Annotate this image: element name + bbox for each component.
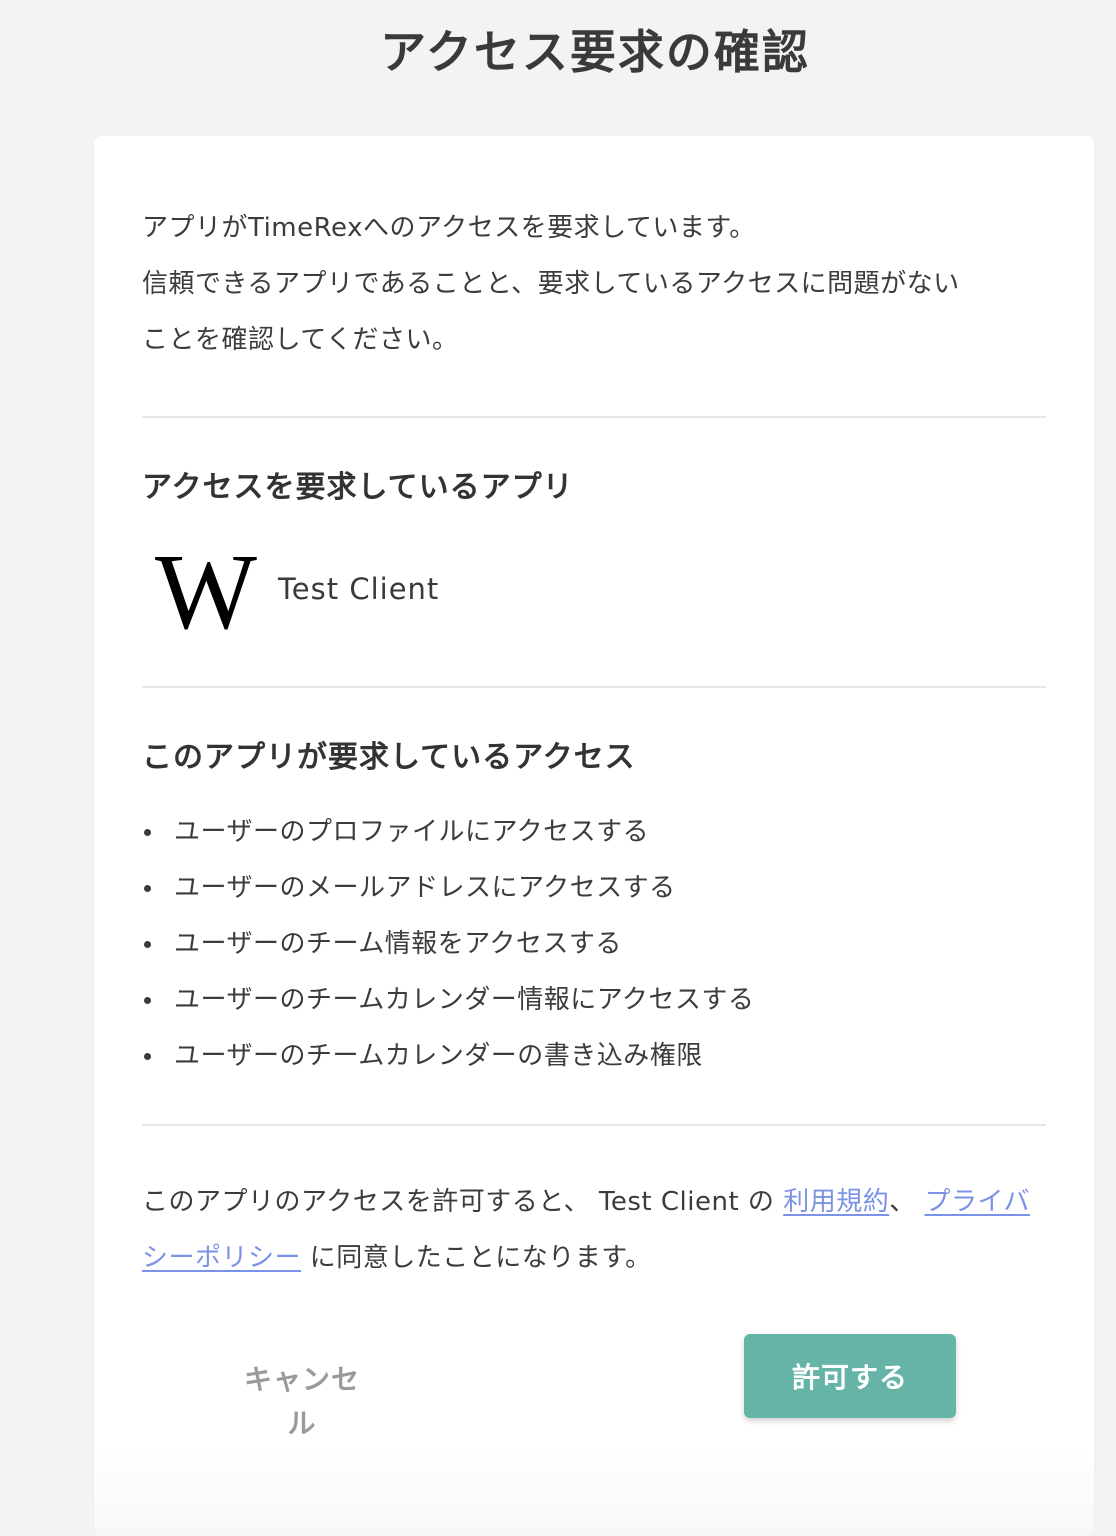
app-section-heading: アクセスを要求しているアプリ bbox=[142, 470, 574, 505]
access-item-text: ユーザーのチーム情報をアクセスする bbox=[174, 929, 622, 959]
logo-letter: W bbox=[155, 544, 257, 634]
access-item-text: ユーザーのプロファイルにアクセスする bbox=[174, 817, 650, 847]
divider bbox=[142, 416, 1046, 418]
access-item-text: ユーザーのメールアドレスにアクセスする bbox=[174, 873, 676, 903]
access-list-item: ユーザーのチームカレンダーの書き込み権限 bbox=[142, 1028, 1046, 1084]
access-section-heading: このアプリが要求しているアクセス bbox=[142, 740, 636, 775]
access-list-item: ユーザーのメールアドレスにアクセスする bbox=[142, 860, 1046, 916]
access-list-item: ユーザーのチーム情報をアクセスする bbox=[142, 916, 1046, 972]
access-item-text: ユーザーのチームカレンダーの書き込み権限 bbox=[174, 1041, 703, 1071]
page-title: アクセス要求の確認 bbox=[380, 25, 810, 79]
bullet-icon bbox=[144, 1053, 151, 1060]
consent-card: アプリがTimeRexへのアクセスを要求しています。 信頼できるアプリであること… bbox=[94, 136, 1094, 1536]
bullet-icon bbox=[144, 997, 151, 1004]
allow-button[interactable]: 許可する bbox=[744, 1334, 956, 1418]
terms-link[interactable]: 利用規約 bbox=[783, 1187, 889, 1217]
access-list-item: ユーザーのプロファイルにアクセスする bbox=[142, 804, 1046, 860]
access-list-item: ユーザーのチームカレンダー情報にアクセスする bbox=[142, 972, 1046, 1028]
intro-line: 信頼できるアプリであることと、要求しているアクセスに問題がない bbox=[142, 269, 960, 299]
divider bbox=[142, 1124, 1046, 1126]
access-item-text: ユーザーのチームカレンダー情報にアクセスする bbox=[174, 985, 755, 1015]
intro-line: ことを確認してください。 bbox=[142, 325, 459, 355]
wikipedia-w-logo-icon: W bbox=[142, 544, 270, 634]
bullet-icon bbox=[144, 829, 151, 836]
intro-line: アプリがTimeRexへのアクセスを要求しています。 bbox=[142, 213, 756, 243]
cancel-button[interactable]: キャンセル bbox=[232, 1358, 372, 1440]
consent-text: このアプリのアクセスを許可すると、 Test Client の 利用規約、 プラ… bbox=[142, 1174, 1046, 1286]
consent-suffix: に同意したことになります。 bbox=[301, 1243, 652, 1273]
consent-separator: 、 bbox=[889, 1187, 925, 1217]
divider bbox=[142, 686, 1046, 688]
access-list: ユーザーのプロファイルにアクセスする ユーザーのメールアドレスにアクセスする ユ… bbox=[142, 804, 1046, 1084]
card-bottom-fade bbox=[94, 1446, 1094, 1536]
app-name: Test Client bbox=[278, 572, 440, 606]
bullet-icon bbox=[144, 885, 151, 892]
bullet-icon bbox=[144, 941, 151, 948]
requesting-app: W Test Client bbox=[142, 544, 439, 634]
intro-text: アプリがTimeRexへのアクセスを要求しています。 信頼できるアプリであること… bbox=[142, 200, 1046, 368]
consent-prefix: このアプリのアクセスを許可すると、 Test Client の bbox=[142, 1187, 784, 1217]
